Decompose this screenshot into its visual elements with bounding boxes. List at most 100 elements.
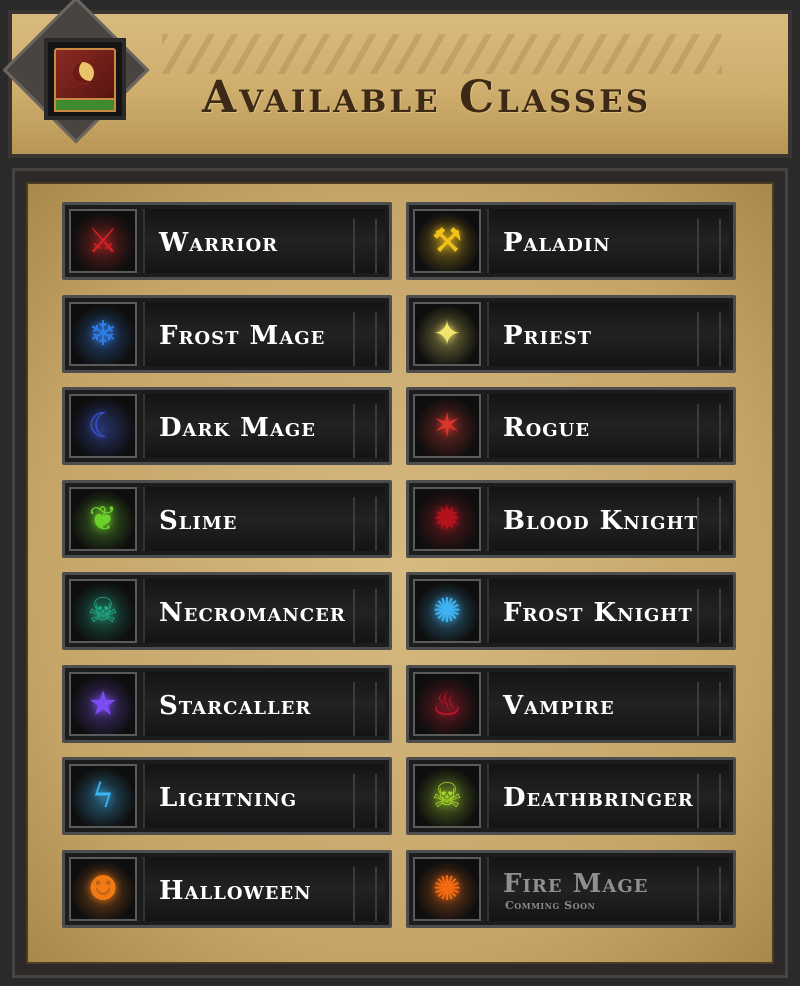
class-icon-slot: ✶: [413, 394, 481, 458]
class-name-plate: Necromancer: [143, 579, 385, 643]
plate-ornament: [697, 589, 721, 643]
class-icon-slot: ✺: [413, 857, 481, 921]
class-icon-slot: ✹: [413, 487, 481, 551]
class-icon-slot: ✺: [413, 579, 481, 643]
class-label: Paladin: [503, 228, 611, 258]
class-label: Fire Mage: [503, 869, 649, 899]
plate-ornament: [353, 312, 377, 366]
class-icon-slot: ☠: [69, 579, 137, 643]
book-icon-cover: [54, 98, 116, 112]
class-button-vampire[interactable]: ♨ Vampire: [406, 665, 736, 743]
plate-ornament: [353, 404, 377, 458]
class-label: Frost Mage: [159, 321, 326, 351]
skull-portal-icon: ☠: [87, 591, 119, 631]
class-button-slime[interactable]: ❦ Slime: [62, 480, 392, 558]
class-status-label: Comming Soon: [505, 899, 596, 912]
class-name-plate: Dark Mage: [143, 394, 385, 458]
crossed-axes-icon: ⚔: [87, 221, 119, 261]
class-icon-slot: ★: [69, 672, 137, 736]
class-name-plate: Paladin: [487, 209, 729, 273]
class-label: Halloween: [159, 876, 312, 906]
plate-ornament: [697, 867, 721, 921]
slime-splash-icon: ❦: [88, 499, 118, 539]
class-button-frost-mage[interactable]: ❄ Frost Mage: [62, 295, 392, 373]
plate-ornament: [353, 219, 377, 273]
class-name-plate: Starcaller: [143, 672, 385, 736]
class-button-deathbringer[interactable]: ☠ Deathbringer: [406, 757, 736, 835]
book-moon-emblem: [72, 62, 94, 84]
page-title: Available Classes: [202, 72, 652, 123]
plate-ornament: [697, 312, 721, 366]
class-icon-slot: ✦: [413, 302, 481, 366]
class-icon-slot: ⚔: [69, 209, 137, 273]
blood-splatter-icon: ✹: [432, 499, 462, 539]
class-button-fire-mage[interactable]: ✺ Fire Mage Comming Soon: [406, 850, 736, 928]
class-button-blood-knight[interactable]: ✹ Blood Knight: [406, 480, 736, 558]
class-button-necromancer[interactable]: ☠ Necromancer: [62, 572, 392, 650]
plate-ornament: [353, 589, 377, 643]
class-button-dark-mage[interactable]: ☾ Dark Mage: [62, 387, 392, 465]
class-button-halloween[interactable]: ☻ Halloween: [62, 850, 392, 928]
class-label: Vampire: [503, 691, 615, 721]
plate-ornament: [697, 497, 721, 551]
fire-ring-icon: ✺: [432, 869, 462, 909]
plate-ornament: [353, 867, 377, 921]
class-label: Deathbringer: [503, 783, 694, 813]
class-name-plate: Halloween: [143, 857, 385, 921]
class-button-frost-knight[interactable]: ✺ Frost Knight: [406, 572, 736, 650]
class-name-plate: Blood Knight: [487, 487, 729, 551]
class-label: Slime: [159, 506, 238, 536]
class-name-plate: Lightning: [143, 764, 385, 828]
lightning-bolt-icon: ϟ: [91, 776, 115, 816]
plate-ornament: [697, 682, 721, 736]
class-button-rogue[interactable]: ✶ Rogue: [406, 387, 736, 465]
falling-star-icon: ★: [87, 684, 119, 724]
class-name-plate: Rogue: [487, 394, 729, 458]
class-icon-slot: ⚒: [413, 209, 481, 273]
class-button-priest[interactable]: ✦ Priest: [406, 295, 736, 373]
plate-ornament: [353, 774, 377, 828]
green-skull-icon: ☠: [431, 776, 463, 816]
class-button-paladin[interactable]: ⚒ Paladin: [406, 202, 736, 280]
class-icon-slot: ☾: [69, 394, 137, 458]
class-name-plate: Deathbringer: [487, 764, 729, 828]
jack-o-lantern-icon: ☻: [87, 869, 119, 909]
class-label: Blood Knight: [503, 506, 699, 536]
class-icon-slot: ϟ: [69, 764, 137, 828]
class-label: Necromancer: [159, 598, 346, 628]
holy-light-icon: ✦: [432, 314, 462, 354]
class-name-plate: Fire Mage Comming Soon: [487, 857, 729, 921]
header-pattern: [162, 34, 722, 74]
frost-burst-icon: ✺: [432, 591, 462, 631]
plate-ornament: [697, 404, 721, 458]
class-label: Rogue: [503, 413, 591, 443]
class-button-lightning[interactable]: ϟ Lightning: [62, 757, 392, 835]
class-icon-slot: ☻: [69, 857, 137, 921]
class-label: Warrior: [159, 228, 279, 258]
class-name-plate: Priest: [487, 302, 729, 366]
dagger-slash-icon: ✶: [432, 406, 462, 446]
class-name-plate: Slime: [143, 487, 385, 551]
class-name-plate: Vampire: [487, 672, 729, 736]
ice-crystal-icon: ❄: [88, 314, 118, 354]
class-name-plate: Frost Knight: [487, 579, 729, 643]
class-label: Starcaller: [159, 691, 312, 721]
class-name-plate: Warrior: [143, 209, 385, 273]
vampire-bite-icon: ♨: [431, 684, 463, 724]
class-icon-slot: ❦: [69, 487, 137, 551]
class-button-starcaller[interactable]: ★ Starcaller: [62, 665, 392, 743]
plate-ornament: [353, 497, 377, 551]
plate-ornament: [697, 219, 721, 273]
class-icon-slot: ☠: [413, 764, 481, 828]
class-label: Lightning: [159, 783, 298, 813]
plate-ornament: [697, 774, 721, 828]
plate-ornament: [353, 682, 377, 736]
spellbook-icon: [2, 0, 154, 148]
class-label: Dark Mage: [159, 413, 317, 443]
dark-vortex-icon: ☾: [87, 406, 119, 446]
class-label: Frost Knight: [503, 598, 693, 628]
class-button-warrior[interactable]: ⚔ Warrior: [62, 202, 392, 280]
class-label: Priest: [503, 321, 593, 351]
class-name-plate: Frost Mage: [143, 302, 385, 366]
class-icon-slot: ♨: [413, 672, 481, 736]
